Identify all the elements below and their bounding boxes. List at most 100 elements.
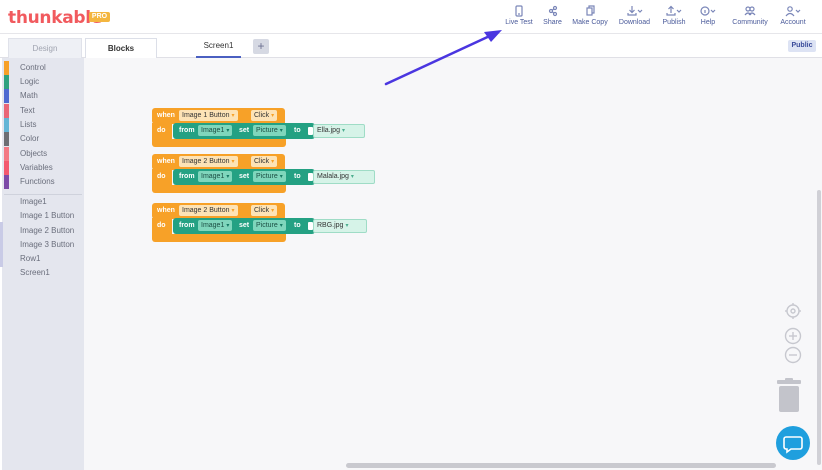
category-color-swatch	[4, 61, 9, 75]
category-color-swatch	[4, 75, 9, 89]
chevron-down-icon: ▾	[271, 159, 275, 165]
sidebar-category-functions[interactable]: Functions	[4, 175, 84, 189]
when-keyword: when	[157, 112, 175, 119]
download-label: Download	[618, 19, 651, 26]
component-dropdown[interactable]: Image 2 Button ▾	[179, 156, 238, 167]
sidebar-category-lists[interactable]: Lists	[4, 118, 84, 132]
from-keyword: from	[179, 173, 195, 180]
category-color-swatch	[4, 118, 9, 132]
upload-icon	[660, 5, 688, 18]
chevron-down-icon: ▾	[271, 208, 275, 214]
vertical-scrollbar[interactable]	[817, 190, 821, 465]
download-button[interactable]: Download	[617, 5, 652, 29]
text-value-block[interactable]: RBG.jpg ▾	[313, 219, 367, 233]
property-name: Picture	[256, 222, 278, 229]
event-footer	[152, 139, 286, 147]
sidebar-category-color[interactable]: Color	[4, 132, 84, 146]
category-color-swatch	[4, 89, 9, 103]
tab-screen1[interactable]: Screen1	[196, 39, 241, 58]
target-component-name: Image1	[201, 222, 225, 229]
text-value-block[interactable]: Malala.jpg ▾	[313, 170, 375, 184]
share-button[interactable]: Share	[541, 5, 564, 29]
zoom-out-icon[interactable]	[784, 346, 802, 369]
sidebar-component-item[interactable]: Screen1	[20, 268, 50, 277]
chevron-down-icon: ▾	[231, 208, 235, 214]
set-keyword: set	[239, 127, 250, 134]
chat-button[interactable]	[776, 426, 810, 460]
when-keyword: when	[157, 207, 175, 214]
target-component-dropdown[interactable]: Image1 ▾	[198, 171, 233, 182]
make-copy-button[interactable]: Make Copy	[571, 5, 609, 29]
property-dropdown[interactable]: Picture ▾	[253, 125, 286, 136]
public-badge[interactable]: Public	[788, 40, 816, 52]
chevron-down-icon: ▾	[279, 174, 283, 180]
property-dropdown[interactable]: Picture ▾	[253, 171, 286, 182]
sidebar-component-item[interactable]: Row1	[20, 254, 40, 263]
sidebar-component-item[interactable]: Image1	[20, 197, 47, 206]
sidebar-category-control[interactable]: Control	[4, 61, 84, 75]
trash-icon[interactable]	[777, 378, 801, 417]
component-dropdown[interactable]: Image 1 Button ▾	[179, 110, 238, 121]
live-test-label: Live Test	[505, 19, 533, 26]
chevron-down-icon: ▾	[271, 113, 275, 119]
category-label: Functions	[20, 177, 55, 186]
sidebar-component-item[interactable]: Image 3 Button	[20, 240, 74, 249]
sidebar-category-objects[interactable]: Objects	[4, 147, 84, 161]
chevron-down-icon: ▾	[231, 159, 235, 165]
sidebar-component-item[interactable]: Image 2 Button	[20, 226, 74, 235]
sidebar-category-variables[interactable]: Variables	[4, 161, 84, 175]
target-component-name: Image1	[201, 173, 225, 180]
sidebar-category-math[interactable]: Math	[4, 89, 84, 103]
category-color-swatch	[4, 147, 9, 161]
add-screen-button[interactable]: +	[253, 39, 269, 54]
text-value-block[interactable]: Ella.jpg ▾	[313, 124, 365, 138]
from-keyword: from	[179, 222, 195, 229]
community-button[interactable]: Community	[729, 5, 771, 29]
do-keyword: do	[157, 127, 166, 134]
sidebar-component-item[interactable]: Image 1 Button	[20, 211, 74, 220]
chevron-down-icon: ▾	[279, 223, 283, 229]
event-name: Click	[254, 207, 270, 214]
text-value: Ella.jpg	[317, 127, 340, 134]
annotation-arrow	[384, 30, 502, 86]
copy-icon	[571, 5, 609, 18]
event-dropdown[interactable]: Click ▾	[251, 110, 278, 121]
help-button[interactable]: Help	[697, 5, 719, 29]
category-label: Control	[20, 63, 46, 72]
publish-button[interactable]: Publish	[660, 5, 688, 29]
text-value: RBG.jpg	[317, 222, 344, 229]
event-dropdown[interactable]: Click ▾	[251, 205, 278, 216]
publish-label: Publish	[662, 19, 686, 26]
event-name: Click	[254, 158, 270, 165]
category-label: Lists	[20, 120, 37, 129]
event-footer	[152, 185, 286, 193]
phone-icon	[503, 5, 535, 18]
horizontal-scrollbar[interactable]	[346, 463, 776, 468]
tab-design[interactable]: Design	[8, 38, 82, 58]
chevron-down-icon: ▾	[341, 128, 345, 134]
account-label: Account	[780, 19, 806, 26]
do-keyword: do	[157, 173, 166, 180]
target-component-dropdown[interactable]: Image1 ▾	[198, 125, 233, 136]
target-component-dropdown[interactable]: Image1 ▾	[198, 220, 233, 231]
account-button[interactable]: Account	[778, 5, 808, 29]
event-dropdown[interactable]: Click ▾	[251, 156, 278, 167]
event-name: Click	[254, 112, 270, 119]
sidebar-category-logic[interactable]: Logic	[4, 75, 84, 89]
category-label: Variables	[20, 163, 53, 172]
chevron-down-icon: ▾	[345, 223, 349, 229]
set-keyword: set	[239, 222, 250, 229]
category-color-swatch	[4, 104, 9, 118]
help-label: Help	[700, 19, 716, 26]
property-name: Picture	[256, 173, 278, 180]
target-icon[interactable]	[784, 302, 802, 325]
logo[interactable]: thunkable	[8, 8, 102, 28]
category-color-swatch	[4, 132, 9, 146]
category-label: Math	[20, 91, 38, 100]
do-keyword: do	[157, 222, 166, 229]
component-dropdown[interactable]: Image 2 Button ▾	[179, 205, 238, 216]
sidebar-category-text[interactable]: Text	[4, 104, 84, 118]
property-dropdown[interactable]: Picture ▾	[253, 220, 286, 231]
tab-blocks[interactable]: Blocks	[85, 38, 157, 58]
chevron-down-icon: ▾	[226, 174, 230, 180]
